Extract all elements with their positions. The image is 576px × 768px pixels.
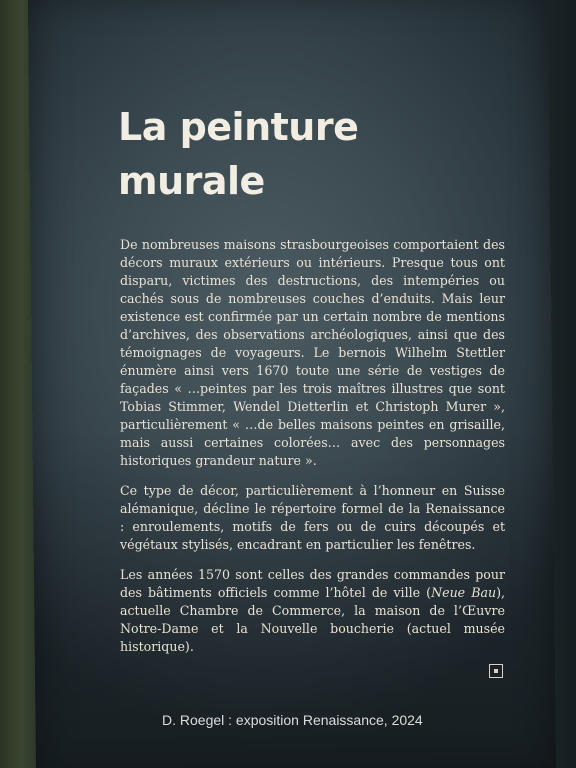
paragraph-1: De nombreuses maisons strasbourgeoises c…: [120, 237, 505, 468]
paragraph-3: Les années 1570 sont celles des grandes …: [120, 566, 505, 656]
title-line-1: La peinture: [118, 105, 359, 149]
paragraph-2: Ce type de décor, particulièrement à l’h…: [120, 483, 505, 552]
panel-body: De nombreuses maisons strasbourgeoises c…: [120, 236, 505, 668]
title-line-2: murale: [118, 159, 265, 203]
square-outline-icon: [489, 664, 503, 678]
panel-title: La peinture murale: [118, 100, 359, 208]
photo-credit: D. Roegel : exposition Renaissance, 2024: [162, 712, 423, 728]
photo: La peinture murale De nombreuses maisons…: [0, 0, 576, 768]
paragraph-3-italic: Neue Bau: [431, 585, 497, 600]
